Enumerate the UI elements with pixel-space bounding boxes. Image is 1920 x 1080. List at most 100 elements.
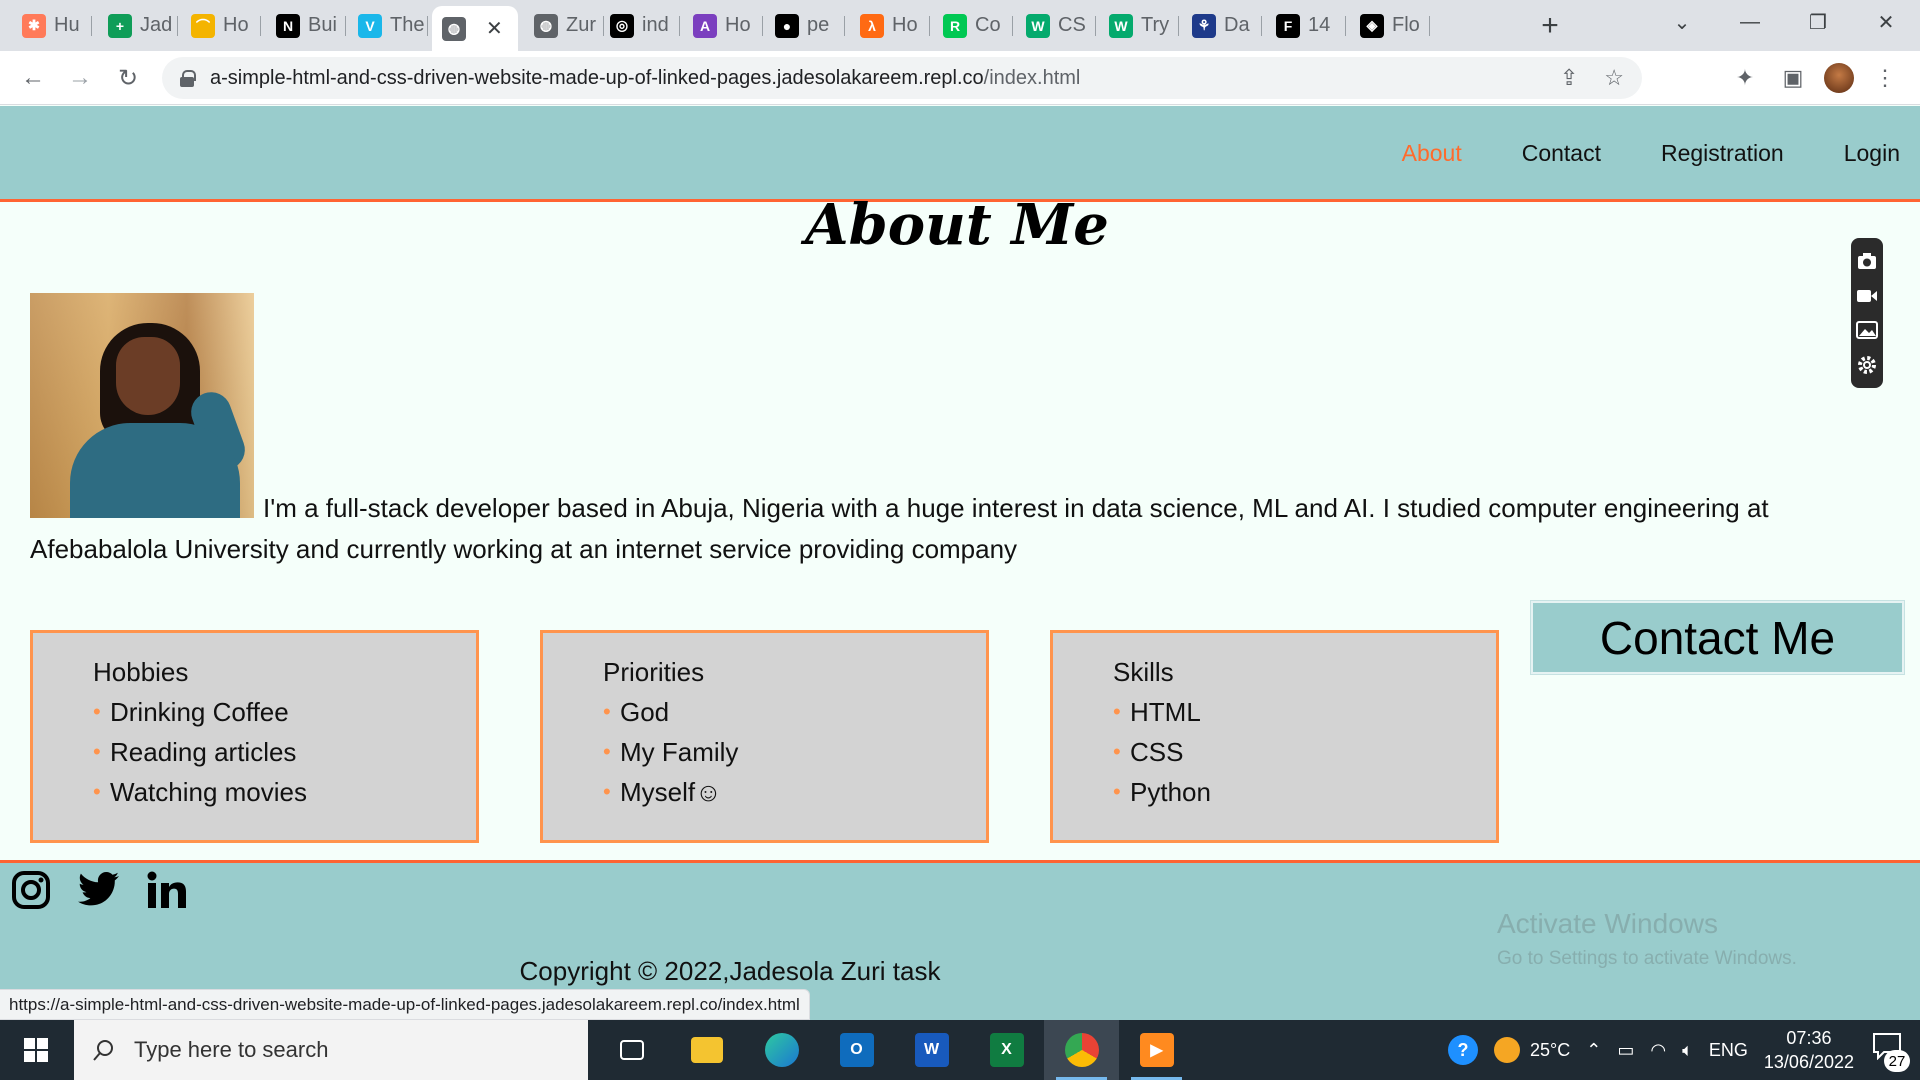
edge-button[interactable]	[744, 1020, 819, 1080]
nav-link-contact[interactable]: Contact	[1522, 140, 1601, 167]
info-card-hobbies: Hobbies Drinking CoffeeReading articlesWa…	[30, 630, 479, 843]
extensions-icon[interactable]: ✦	[1728, 61, 1762, 95]
browser-tab[interactable]: ◎ ind	[600, 8, 680, 43]
window-controls: ⌄ — ❐ ✕	[1648, 0, 1920, 45]
contact-me-button[interactable]: Contact Me	[1530, 600, 1905, 675]
browser-tab[interactable]: λ Ho	[850, 8, 930, 43]
globe-icon: ◍	[534, 13, 558, 38]
link-status-bar: https://a-simple-html-and-css-driven-web…	[0, 989, 810, 1020]
search-icon	[93, 1040, 113, 1061]
reload-button[interactable]: ↻	[111, 61, 145, 95]
task-view-button[interactable]	[594, 1020, 669, 1080]
taskbar-search-box[interactable]: Type here to search	[74, 1020, 588, 1080]
back-button[interactable]: ←	[16, 61, 50, 95]
nav-link-login[interactable]: Login	[1844, 140, 1900, 167]
bookmark-star-icon[interactable]: ☆	[1604, 65, 1624, 91]
list-item: HTML	[1113, 692, 1496, 732]
browser-tab[interactable]: ⌒ Ho	[181, 8, 261, 43]
excel-button[interactable]: X	[969, 1020, 1044, 1080]
start-button[interactable]	[0, 1020, 72, 1080]
browser-tab[interactable]: ◍ Zur	[524, 8, 604, 43]
browser-tab[interactable]: ● pe	[765, 8, 845, 43]
forward-button[interactable]: →	[63, 61, 97, 95]
browser-tab[interactable]: V The	[348, 8, 428, 43]
side-panel-icon[interactable]: ▣	[1776, 61, 1810, 95]
outlook-icon: O	[839, 1033, 874, 1067]
windows-taskbar: Type here to search O W X ▶ ? 25°C ⌃ ▭ ◠…	[0, 1020, 1920, 1080]
new-tab-button[interactable]: +	[1535, 8, 1565, 43]
browser-tab[interactable]: ◈ Flo	[1350, 8, 1430, 43]
info-card-priorities: Priorities GodMy FamilyMyself☺	[540, 630, 989, 843]
wifi-icon[interactable]: ◠	[1650, 1040, 1666, 1061]
list-item: God	[603, 692, 986, 732]
browser-tab[interactable]: W Try	[1099, 8, 1179, 43]
recorder-icon: ▶	[1139, 1033, 1174, 1067]
lock-icon[interactable]	[180, 70, 196, 87]
chrome-icon	[1064, 1033, 1099, 1067]
close-window-button[interactable]: ✕	[1852, 0, 1920, 45]
app-icon: F	[1276, 13, 1300, 38]
list-item: My Family	[603, 732, 986, 772]
activate-windows-subtitle: Go to Settings to activate Windows.	[1497, 948, 1797, 969]
word-icon: W	[914, 1033, 949, 1067]
notion-icon: N	[276, 13, 300, 38]
menu-kebab-icon[interactable]: ⋮	[1868, 61, 1902, 95]
site-nav: About Contact Registration Login	[1402, 140, 1900, 167]
chrome-button[interactable]	[1044, 1020, 1119, 1080]
nav-link-registration[interactable]: Registration	[1661, 140, 1784, 167]
browser-tab[interactable]: ◍ ✕	[432, 6, 518, 51]
tab-title: Hu	[54, 14, 80, 36]
gallery-icon[interactable]	[1856, 320, 1878, 340]
card-heading: Skills	[1113, 657, 1174, 687]
w3-icon: W	[1026, 13, 1050, 38]
app-icon: R	[943, 13, 967, 38]
volume-icon[interactable]: 🔈︎	[1682, 1040, 1693, 1061]
tray-chevron-icon[interactable]: ⌃	[1586, 1040, 1601, 1061]
list-item: Drinking Coffee	[93, 692, 476, 732]
camera-icon[interactable]	[1856, 251, 1878, 271]
close-tab-icon[interactable]: ✕	[486, 16, 503, 41]
browser-tab[interactable]: N Bui	[266, 8, 346, 43]
clock[interactable]: 07:36 13/06/2022	[1764, 1026, 1854, 1074]
notification-center-button[interactable]: 27	[1872, 1032, 1910, 1072]
outlook-button[interactable]: O	[819, 1020, 894, 1080]
video-icon[interactable]	[1856, 286, 1878, 306]
gear-icon[interactable]	[1856, 355, 1878, 375]
browser-tab[interactable]: F 14	[1266, 8, 1346, 43]
browser-tab[interactable]: W CS	[1016, 8, 1096, 43]
word-button[interactable]: W	[894, 1020, 969, 1080]
search-placeholder: Type here to search	[134, 1037, 329, 1062]
language-indicator[interactable]: ENG	[1709, 1040, 1748, 1061]
tab-title: CS	[1058, 14, 1086, 36]
github-icon: ●	[775, 13, 799, 38]
folder-icon	[690, 1037, 723, 1063]
tab-title: The	[390, 14, 425, 36]
profile-avatar[interactable]	[1824, 63, 1854, 93]
sheets-icon: +	[108, 13, 132, 38]
linkedin-icon[interactable]	[146, 869, 188, 911]
share-icon[interactable]: ⇪	[1560, 65, 1578, 91]
url-host: a-simple-html-and-css-driven-website-mad…	[210, 66, 984, 89]
tab-strip: ✱ Hu + Jad ⌒ Ho N Bui V The ◍ ✕ ◍ Zur ◎ ind A Ho ● pe λ Ho R Co…	[0, 0, 1920, 51]
browser-tab[interactable]: ⚘ Da	[1182, 8, 1262, 43]
info-card-skills: Skills HTMLCSSPython	[1050, 630, 1499, 843]
restore-button[interactable]: ❐	[1784, 0, 1852, 45]
tab-search-chevron-icon[interactable]: ⌄	[1648, 0, 1716, 45]
weather-widget[interactable]: 25°C	[1494, 1037, 1570, 1063]
browser-tab[interactable]: A Ho	[683, 8, 763, 43]
tab-title: ind	[642, 14, 669, 36]
browser-tab[interactable]: + Jad	[98, 8, 178, 43]
twitter-icon[interactable]	[78, 869, 120, 911]
nav-link-about[interactable]: About	[1402, 140, 1462, 167]
browser-tab[interactable]: ✱ Hu	[12, 8, 92, 43]
windows-logo-icon	[24, 1038, 48, 1062]
hubspot-icon: ✱	[22, 13, 46, 38]
file-explorer-button[interactable]	[669, 1020, 744, 1080]
address-bar[interactable]: a-simple-html-and-css-driven-website-mad…	[162, 57, 1642, 99]
help-icon[interactable]: ?	[1448, 1035, 1479, 1065]
battery-icon[interactable]: ▭	[1617, 1040, 1634, 1061]
minimize-button[interactable]: —	[1716, 0, 1784, 45]
browser-tab[interactable]: R Co	[933, 8, 1013, 43]
instagram-icon[interactable]	[10, 869, 52, 911]
screen-recorder-button[interactable]: ▶	[1119, 1020, 1194, 1080]
